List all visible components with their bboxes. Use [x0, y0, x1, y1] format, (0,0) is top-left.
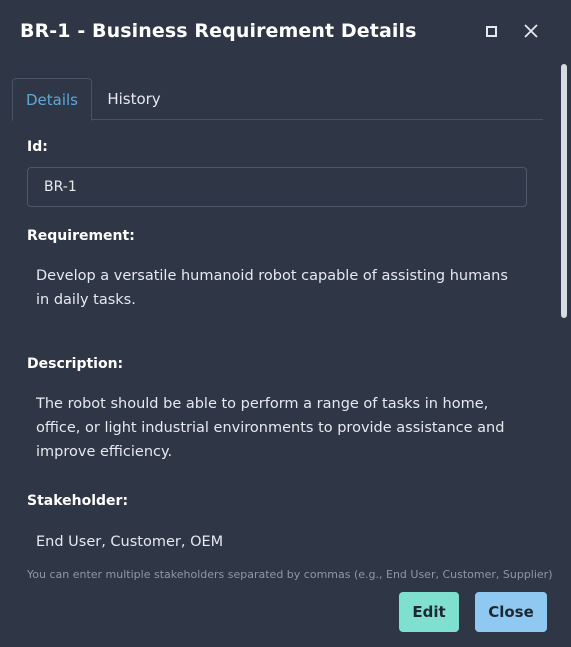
- stakeholder-text: End User, Customer, OEM: [36, 534, 224, 550]
- maximize-button[interactable]: [478, 18, 504, 44]
- close-icon: [524, 24, 538, 38]
- close-button[interactable]: Close: [475, 592, 547, 632]
- description-text: The robot should be able to perform a ra…: [36, 396, 505, 460]
- stakeholder-hint: You can enter multiple stakeholders sepa…: [27, 568, 553, 581]
- close-dialog-button[interactable]: [518, 18, 544, 44]
- description-label: Description:: [27, 356, 124, 372]
- tab-history[interactable]: History: [92, 78, 176, 120]
- requirement-text: Develop a versatile humanoid robot capab…: [36, 268, 508, 308]
- tab-bar: Details History: [12, 78, 543, 121]
- edit-button[interactable]: Edit: [399, 592, 459, 632]
- scrollbar-thumb[interactable]: [561, 64, 567, 318]
- stakeholder-label: Stakeholder:: [27, 493, 129, 509]
- content-scrollbar[interactable]: [559, 62, 571, 582]
- requirement-label: Requirement:: [27, 228, 135, 244]
- dialog-header: BR-1 - Business Requirement Details: [0, 0, 571, 64]
- id-label: Id:: [27, 139, 48, 155]
- business-requirement-dialog: BR-1 - Business Requirement Details Deta…: [0, 0, 571, 647]
- dialog-footer: Edit Close: [0, 581, 571, 647]
- dialog-title: BR-1 - Business Requirement Details: [20, 20, 417, 42]
- tab-details[interactable]: Details: [12, 78, 92, 121]
- maximize-icon: [485, 25, 497, 37]
- id-field[interactable]: [27, 167, 527, 207]
- dialog-content: Details History Id: Requirement: Develop…: [0, 64, 556, 581]
